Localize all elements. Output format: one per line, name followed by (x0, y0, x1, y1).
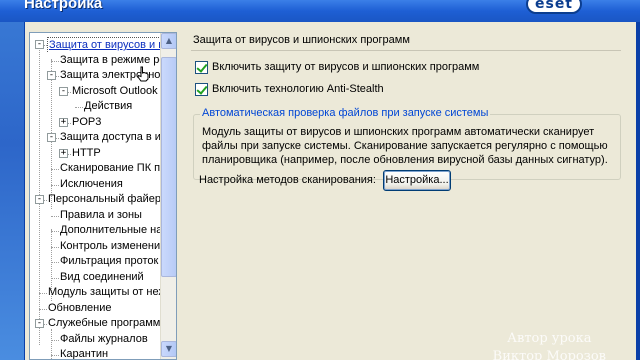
tree-connector (51, 231, 59, 232)
tree-connector (51, 184, 59, 186)
protection-checkbox-label[interactable]: Включить защиту от вирусов и шпионских п… (212, 61, 479, 73)
tree-item-label[interactable]: Действия (83, 99, 133, 114)
antistealth-checkbox-row[interactable]: Включить технологию Anti-Stealth (195, 82, 384, 96)
antistealth-checkbox-label[interactable]: Включить технологию Anti-Stealth (212, 83, 384, 95)
tree-scrollbar[interactable]: ▲ ▼ (160, 33, 176, 359)
tree-item[interactable]: Фильтрация проток (59, 254, 162, 269)
startup-scan-group-title: Автоматическая проверка файлов при запус… (200, 107, 491, 119)
tree-item-label[interactable]: Защита от вирусов и шп (47, 37, 162, 52)
collapse-icon[interactable]: - (35, 40, 44, 49)
watermark-line-1: Автор урока (507, 331, 592, 346)
tree-item-label[interactable]: Контроль изменени (59, 239, 161, 254)
tree-item-label[interactable]: Фильтрация проток (59, 254, 159, 269)
window-right-border (636, 22, 640, 360)
author-watermark: Автор урока Виктор Морозов (493, 330, 606, 360)
tree-connector (51, 215, 59, 217)
tree-item-label[interactable]: Файлы журналов (59, 332, 149, 347)
tree-item-label[interactable]: Служебные программы (47, 316, 162, 331)
startup-scan-description: Модуль защиты от вирусов и шпионских про… (202, 126, 608, 166)
collapse-icon[interactable]: - (47, 71, 56, 80)
antistealth-checkbox[interactable] (195, 82, 208, 96)
scroll-down-button[interactable]: ▼ (161, 341, 176, 357)
content-panel: Защита от вирусов и шпионских программ В… (191, 30, 631, 360)
tree-item-label[interactable]: Карантин (59, 347, 109, 359)
tree-connector (51, 339, 59, 341)
setup-button[interactable]: Настройка... (383, 170, 451, 191)
tree-item[interactable]: Исключения (59, 177, 162, 192)
tree-connector (51, 60, 59, 62)
tree-item-label[interactable]: Защита доступа в и (59, 130, 162, 145)
watermark-line-2: Виктор Морозов (492, 349, 606, 360)
tree-item-label[interactable]: Персональный файерво (47, 192, 162, 207)
hand-cursor-icon (137, 66, 149, 82)
tree-item-label[interactable]: Вид соединений (59, 270, 145, 285)
tree-item-label[interactable]: Модуль защиты от неж (47, 285, 162, 300)
tree-item[interactable]: Дополнительные на (59, 223, 162, 238)
tree-item-label[interactable]: POP3 (71, 115, 102, 130)
tree-item[interactable]: HTTP (71, 146, 162, 161)
tree-connector (75, 107, 83, 108)
collapse-icon[interactable]: - (35, 319, 44, 328)
collapse-icon[interactable]: - (59, 86, 68, 96)
heading-divider (191, 50, 621, 51)
tree-item[interactable]: Microsoft Outlook (71, 84, 162, 99)
tree-connector (51, 246, 59, 248)
section-heading: Защита от вирусов и шпионских программ (193, 34, 410, 46)
tree-connector (39, 293, 47, 294)
tree-item[interactable]: Вид соединений (59, 270, 162, 285)
expand-icon[interactable]: + (59, 148, 68, 158)
tree-item[interactable]: Правила и зоны (59, 208, 162, 223)
tree-items: Защита от вирусов и шп - Защита в режиме р… (30, 33, 162, 359)
tree-connector (51, 277, 59, 279)
tree-item[interactable]: Служебные программы (47, 316, 162, 331)
tree-item[interactable]: Модуль защиты от неж (47, 285, 162, 300)
tree-item[interactable]: Карантин (59, 347, 162, 359)
tree-item[interactable]: Контроль изменени (59, 239, 162, 254)
collapse-icon[interactable]: - (35, 195, 44, 204)
tree-item[interactable]: Файлы журналов (59, 332, 162, 347)
window-title: Настройка (24, 0, 103, 12)
tree-item[interactable]: Персональный файерво (47, 192, 162, 207)
scroll-thumb[interactable] (161, 57, 176, 277)
tree-item-label[interactable]: Сканирование ПК по (59, 161, 162, 176)
tree-item[interactable]: Обновление (47, 301, 162, 316)
tree-item[interactable]: Защита от вирусов и шп (47, 37, 162, 52)
tree-connector (39, 308, 47, 310)
tree-item[interactable]: Действия (83, 99, 162, 114)
tree-item-label[interactable]: Дополнительные на (59, 223, 162, 238)
tree-item[interactable]: Сканирование ПК по (59, 161, 162, 176)
settings-tree[interactable]: Защита от вирусов и шп - Защита в режиме р… (29, 32, 177, 360)
tree-item-label[interactable]: HTTP (71, 146, 102, 161)
scan-methods-label: Настройка методов сканирования: (199, 174, 376, 186)
expand-icon[interactable]: + (59, 117, 68, 127)
tree-item-label[interactable]: Исключения (59, 177, 124, 192)
tree-connector (51, 262, 59, 263)
tree-item[interactable]: Защита доступа в и (59, 130, 162, 145)
tree-item-label[interactable]: Правила и зоны (59, 208, 143, 223)
eset-logo: eset (526, 0, 582, 14)
tree-item-label[interactable]: Microsoft Outlook (71, 84, 159, 99)
collapse-icon[interactable]: - (47, 133, 56, 142)
settings-window: Защита от вирусов и шп - Защита в режиме р… (24, 22, 640, 360)
tree-connector (51, 355, 59, 356)
protection-checkbox[interactable] (195, 60, 208, 74)
protection-checkbox-row[interactable]: Включить защиту от вирусов и шпионских п… (195, 60, 479, 74)
tree-item-label[interactable]: Обновление (47, 301, 113, 316)
tree-connector (51, 169, 59, 170)
tree-item[interactable]: POP3 (71, 115, 162, 130)
scroll-up-button[interactable]: ▲ (161, 33, 176, 49)
title-bar: Настройка eset (0, 0, 640, 22)
